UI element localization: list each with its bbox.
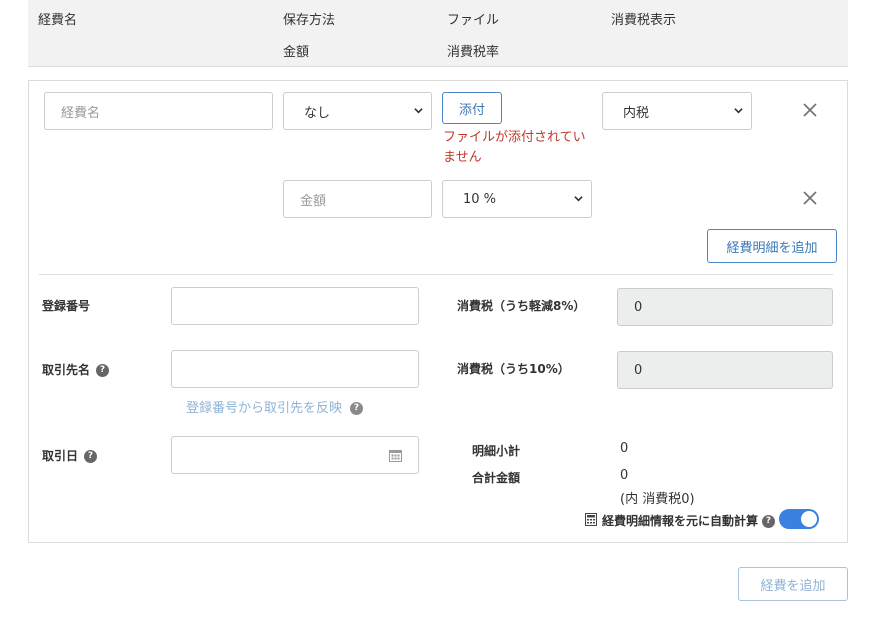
- help-icon[interactable]: ?: [84, 450, 98, 463]
- expense-name-input[interactable]: 経費名: [44, 92, 273, 130]
- close-icon[interactable]: [802, 102, 818, 118]
- divider: [39, 274, 833, 275]
- header-tax-rate: 消費税率: [447, 45, 500, 60]
- tax-display-value: 内税: [623, 105, 650, 121]
- tax-rate-value: 10 %: [463, 191, 497, 207]
- transaction-date-label: 取引日?: [42, 447, 98, 464]
- tax-display-select[interactable]: 内税: [602, 92, 752, 130]
- chevron-down-icon: [574, 196, 583, 202]
- tax-10-value: 0: [617, 351, 833, 389]
- header-expense-name: 経費名: [38, 13, 78, 28]
- total-value: 0: [620, 468, 629, 483]
- expense-entry-card: 経費名 なし 添付 ファイルが添付されてい ません 内税 金額 10 % 経費明…: [28, 80, 848, 543]
- tax-8-value: 0: [617, 288, 833, 326]
- total-tax-note: (内 消費税0): [620, 492, 695, 507]
- tax-rate-select[interactable]: 10 %: [442, 180, 592, 218]
- calculator-icon: [585, 513, 597, 526]
- header-amount: 金額: [283, 45, 310, 60]
- chevron-down-icon: [414, 108, 423, 114]
- file-error-message: ファイルが添付されてい ません: [443, 130, 586, 165]
- tax-10-label: 消費税（うち10%）: [457, 362, 570, 376]
- chevron-down-icon: [734, 108, 743, 114]
- auto-calc-toggle[interactable]: [779, 509, 819, 529]
- help-icon[interactable]: ?: [96, 364, 110, 377]
- subtotal-label: 明細小計: [472, 444, 521, 458]
- partner-name-label: 取引先名?: [42, 361, 110, 378]
- amount-input[interactable]: 金額: [283, 180, 432, 218]
- attach-file-button[interactable]: 添付: [442, 92, 502, 124]
- transaction-date-input[interactable]: [171, 436, 419, 474]
- reg-number-input[interactable]: [171, 287, 419, 325]
- header-tax-display: 消費税表示: [611, 13, 677, 28]
- add-expense-button[interactable]: 経費を追加: [738, 567, 848, 601]
- help-icon[interactable]: ?: [762, 515, 776, 528]
- storage-method-select[interactable]: なし: [283, 92, 432, 130]
- toggle-knob: [801, 511, 817, 527]
- partner-name-input[interactable]: [171, 350, 419, 388]
- reg-number-label: 登録番号: [42, 299, 91, 313]
- table-header: 経費名 保存方法 金額 ファイル 消費税率 消費税表示: [28, 0, 848, 67]
- calendar-icon[interactable]: [389, 449, 402, 462]
- header-storage-method: 保存方法: [283, 13, 336, 28]
- help-icon[interactable]: ?: [350, 402, 364, 415]
- tax-8-label: 消費税（うち軽減8%）: [457, 299, 586, 313]
- storage-method-value: なし: [304, 105, 331, 121]
- auto-calc-label: 経費明細情報を元に自動計算?: [602, 512, 776, 529]
- close-icon[interactable]: [802, 190, 818, 206]
- reflect-partner-link[interactable]: 登録番号から取引先を反映?: [186, 397, 364, 416]
- add-detail-button[interactable]: 経費明細を追加: [707, 229, 837, 263]
- subtotal-value: 0: [620, 441, 629, 456]
- total-label: 合計金額: [472, 471, 521, 485]
- header-file: ファイル: [447, 13, 500, 28]
